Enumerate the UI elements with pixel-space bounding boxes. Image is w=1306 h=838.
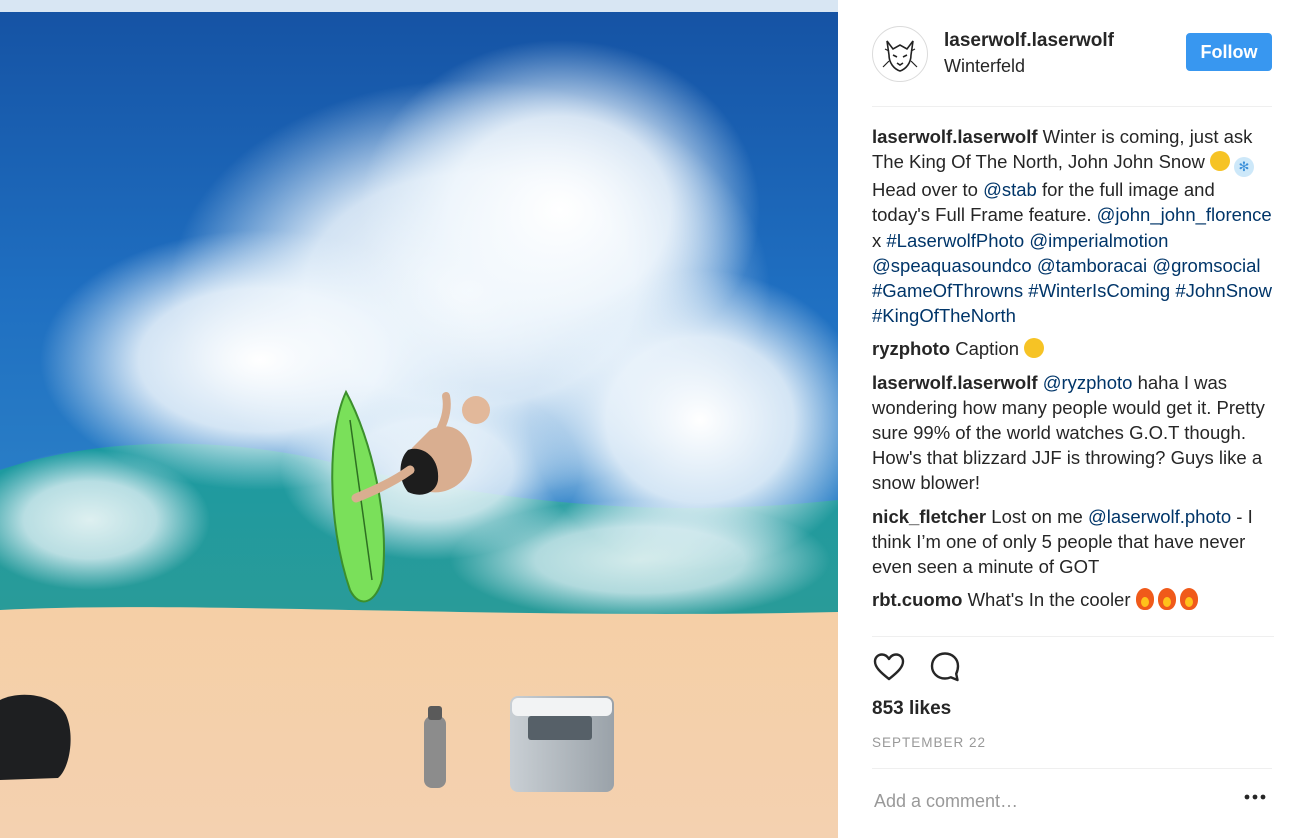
surf-photo-image	[0, 0, 838, 838]
post-header: laserwolf.laserwolf Winterfeld Follow	[872, 24, 1272, 107]
hashtag-link[interactable]: #KingOfTheNorth	[872, 305, 1016, 326]
hashtag-link[interactable]: #GameOfThrowns	[872, 280, 1023, 301]
snowflake-emoji-icon: ✻	[1234, 157, 1254, 178]
mention-link[interactable]: @speaquasoundco	[872, 255, 1032, 276]
comment-text: Lost on me	[986, 505, 1088, 527]
comment-item: rbt.cuomo What's In the cooler	[872, 587, 1274, 612]
laughing-emoji-icon	[1210, 151, 1230, 172]
comment-username[interactable]: rbt.cuomo	[872, 589, 962, 610]
avatar[interactable]	[872, 26, 928, 82]
mention-link[interactable]: @ryzphoto	[1043, 372, 1133, 393]
mention-link[interactable]: @gromsocial	[1152, 255, 1260, 276]
caption-text: Head over to	[872, 179, 984, 201]
mention-link[interactable]: @tamboracai	[1037, 255, 1147, 276]
comment-username[interactable]: nick_fletcher	[872, 506, 986, 527]
caption-username[interactable]: laserwolf.laserwolf	[872, 126, 1038, 147]
post-location[interactable]: Winterfeld	[944, 56, 1025, 77]
more-options-icon[interactable]	[1244, 793, 1266, 801]
caption-text: x	[872, 229, 887, 251]
comment-item: ryzphoto Caption	[872, 336, 1274, 361]
action-bar	[872, 650, 1272, 690]
hashtag-link[interactable]: #JohnSnow	[1175, 280, 1272, 301]
hashtag-link[interactable]: #LaserwolfPhoto	[886, 230, 1024, 251]
post-date: SEPTEMBER 22	[872, 735, 987, 750]
fire-emoji-icon	[1157, 588, 1176, 611]
mention-link[interactable]: @stab	[983, 179, 1037, 200]
comment-username[interactable]: laserwolf.laserwolf	[872, 372, 1038, 393]
follow-button[interactable]: Follow	[1186, 33, 1272, 71]
comment-list: laserwolf.laserwolf Winter is coming, ju…	[872, 124, 1274, 637]
wolf-logo-icon	[874, 28, 926, 80]
hashtag-link[interactable]: #WinterIsComing	[1028, 280, 1170, 301]
post-photo[interactable]	[0, 0, 838, 838]
caption: laserwolf.laserwolf Winter is coming, ju…	[872, 124, 1274, 328]
post-details-panel: laserwolf.laserwolf Winterfeld Follow la…	[838, 0, 1306, 838]
post-username[interactable]: laserwolf.laserwolf	[944, 30, 1114, 52]
comment-icon[interactable]	[928, 650, 962, 684]
heart-icon[interactable]	[872, 650, 906, 684]
comment-username[interactable]: ryzphoto	[872, 338, 950, 359]
add-comment-input[interactable]: Add a comment…	[874, 791, 1018, 812]
mention-link[interactable]: @imperialmotion	[1029, 230, 1168, 251]
likes-count[interactable]: 853 likes	[872, 698, 951, 720]
comment-item: laserwolf.laserwolf @ryzphoto haha I was…	[872, 370, 1274, 496]
mention-link[interactable]: @john_john_florence	[1097, 204, 1272, 225]
fire-emoji-icon	[1179, 588, 1198, 611]
fire-emoji-icon	[1135, 588, 1154, 611]
comment-item: nick_fletcher Lost on me @laserwolf.phot…	[872, 504, 1274, 580]
comment-text: What's In the cooler	[962, 589, 1136, 611]
raised-hands-emoji-icon	[1024, 338, 1045, 359]
mention-link[interactable]: @laserwolf.photo	[1088, 506, 1231, 527]
add-comment-bar: Add a comment…	[872, 768, 1272, 835]
comment-text: Caption	[950, 338, 1025, 360]
